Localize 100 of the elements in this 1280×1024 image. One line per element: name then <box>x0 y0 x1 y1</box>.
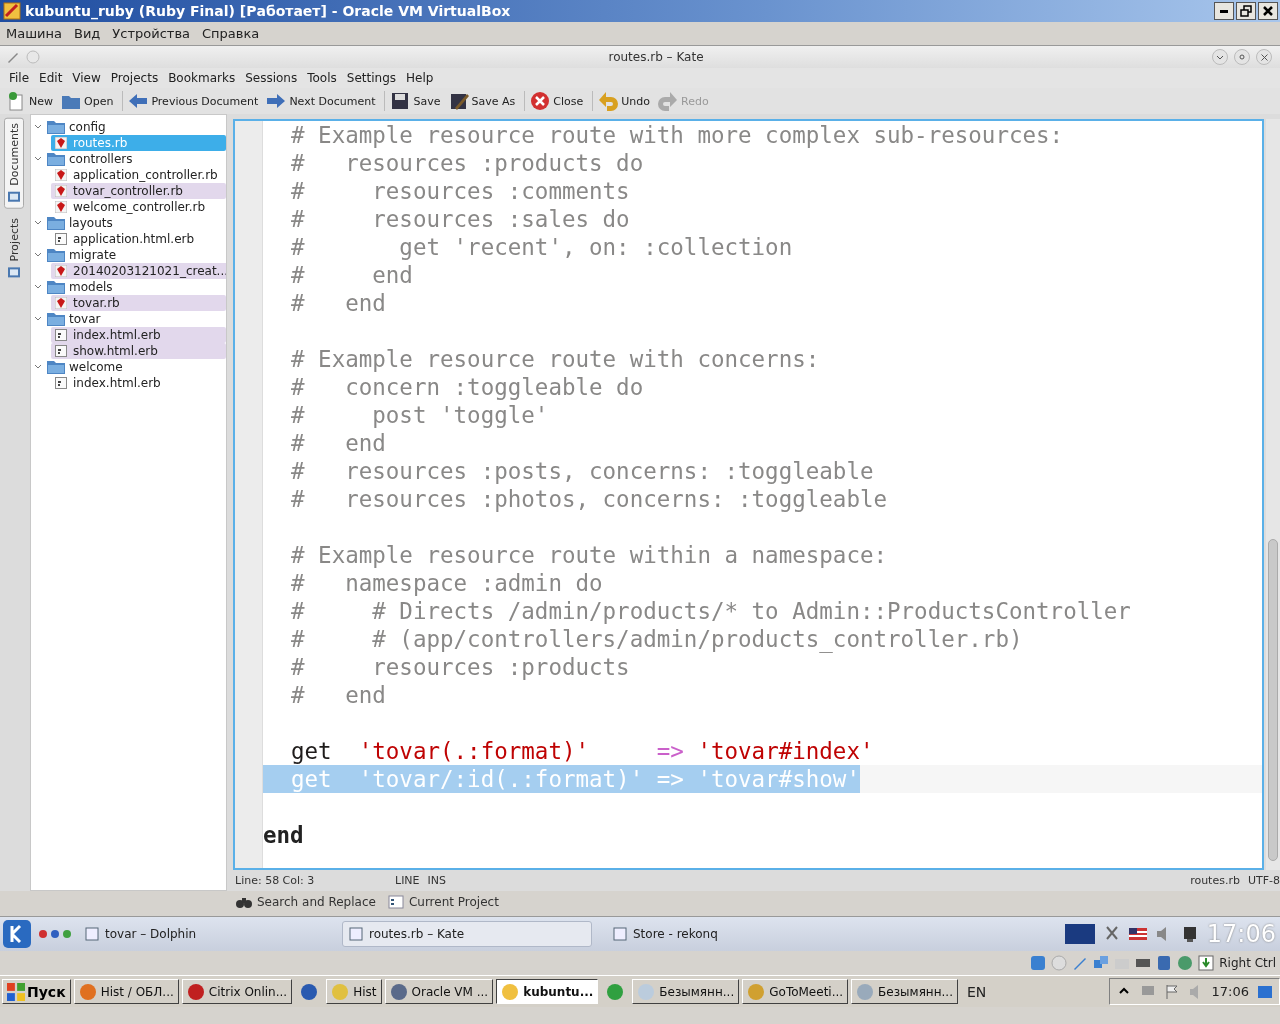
code-comment: # end <box>290 681 386 709</box>
menu-item[interactable]: Settings <box>341 71 401 85</box>
menu-item[interactable]: Устройства <box>112 24 190 43</box>
folder-item[interactable]: layouts <box>31 215 226 231</box>
document-list-entry[interactable]: tovar_controller.rb <box>51 183 226 199</box>
document-list-entry[interactable]: welcome_controller.rb <box>51 199 226 215</box>
cursor-position: Line: 58 Col: 3 <box>235 873 316 887</box>
window-title: kubuntu_ruby (Ruby Final) [Работает] - Oracle VM VirtualBox <box>25 3 512 19</box>
folder-item[interactable]: config <box>31 119 226 135</box>
flag-icon[interactable] <box>1128 926 1147 942</box>
projects-icon <box>7 265 21 280</box>
app-icon <box>637 982 656 1001</box>
start-button[interactable]: Пуск <box>2 979 71 1004</box>
document-list-entry[interactable]: application_controller.rb <box>51 167 226 183</box>
toolbar-button[interactable]: Previous Document <box>126 89 265 113</box>
code-comment: # resources :comments <box>290 177 630 205</box>
usb-icon[interactable] <box>1156 955 1173 971</box>
ruby-file-icon <box>55 185 67 197</box>
side-tab[interactable]: Documents <box>4 118 24 209</box>
document-list-entry[interactable]: index.html.erb <box>51 327 226 343</box>
toolbar-button[interactable]: Save <box>388 89 447 113</box>
menu-item[interactable]: Help <box>401 71 439 85</box>
menu-item[interactable]: Sessions <box>240 71 303 85</box>
toolbar-button[interactable]: Close <box>528 89 590 113</box>
close-button[interactable] <box>1258 2 1278 20</box>
task-button[interactable]: Store - rekonq <box>606 921 856 947</box>
document-list-entry[interactable]: 20140203121021_creat... <box>51 263 226 279</box>
windows-logo-icon <box>7 982 25 1001</box>
document-icon <box>55 345 67 357</box>
folder-item[interactable]: tovar <box>31 311 226 327</box>
floppy-pen-icon <box>448 91 469 111</box>
ruby-file-icon <box>55 137 67 149</box>
tool-view-button[interactable]: Current Project <box>385 894 501 910</box>
folder-item[interactable]: models <box>31 279 226 295</box>
menu-item[interactable]: File <box>4 71 35 85</box>
toolbar-button[interactable]: Save As <box>446 89 522 113</box>
folder-item[interactable]: migrate <box>31 247 226 263</box>
language-indicator[interactable]: EN <box>967 983 987 1000</box>
file-name: routes.rb <box>1190 873 1240 887</box>
maximize-button[interactable] <box>1234 49 1250 65</box>
taskbar-button[interactable]: Hist <box>326 979 382 1004</box>
menu-item[interactable]: Edit <box>34 71 68 85</box>
tool-view-button[interactable]: Search and Replace <box>234 894 378 910</box>
menu-item[interactable]: Машина <box>6 24 62 43</box>
document-icon <box>55 329 67 341</box>
taskbar-button[interactable]: Безымянн... <box>632 979 740 1004</box>
code-comment: # resources :sales do <box>290 205 630 233</box>
kde-menu-icon[interactable] <box>2 919 32 949</box>
task-button[interactable]: tovar – Dolphin <box>78 921 328 947</box>
taskbar-button[interactable]: GoToMeeti... <box>742 979 849 1004</box>
taskbar-button[interactable]: Безымянн... <box>851 979 958 1004</box>
code-comment: # namespace :admin do <box>290 569 603 597</box>
pen-icon[interactable] <box>1072 955 1089 971</box>
document-list-entry[interactable]: application.html.erb <box>51 231 226 247</box>
code-comment: # end <box>290 429 386 457</box>
window-icon <box>85 927 99 941</box>
taskbar-button[interactable]: Oracle VM ... <box>384 979 494 1004</box>
menu-item[interactable]: Bookmarks <box>163 71 241 85</box>
menu-item[interactable]: Справка <box>202 24 260 43</box>
scrollbar[interactable] <box>1266 119 1280 870</box>
side-tab[interactable]: Projects <box>4 212 24 285</box>
toolbar-button[interactable]: Open <box>59 89 120 113</box>
close-button[interactable] <box>1256 49 1272 65</box>
code-comment: # resources :products do <box>290 149 644 177</box>
toolbar-button[interactable]: Undo <box>596 89 656 113</box>
restore-button[interactable] <box>1236 2 1256 20</box>
taskbar-button[interactable]: Hist / ОБЛ... <box>73 979 179 1004</box>
document-list-entry[interactable]: tovar.rb <box>51 295 226 311</box>
taskbar-button[interactable]: Citrix Onlin... <box>181 979 293 1004</box>
arrow-left-icon <box>128 91 149 111</box>
app-icon <box>3 2 21 20</box>
activities-icon[interactable] <box>38 929 72 939</box>
taskbar-button[interactable]: kubuntu... <box>496 979 599 1004</box>
toolbar-button[interactable]: Next Document <box>264 89 382 113</box>
app-icon <box>186 982 205 1001</box>
encoding: UTF-8 <box>1247 873 1280 887</box>
toolbar-button[interactable]: New <box>4 89 59 113</box>
document-list-entry[interactable]: index.html.erb <box>51 375 226 391</box>
code-comment: # # Directs /admin/products/* to Admin::ProductsController <box>290 597 1131 625</box>
code-comment: # resources :posts, concerns: :toggleable <box>290 457 874 485</box>
document-list-entry[interactable]: show.html.erb <box>51 343 226 359</box>
code-editor[interactable] <box>233 119 1264 870</box>
menu-item[interactable]: View <box>67 71 106 85</box>
ruby-file-icon <box>55 201 67 213</box>
document-icon <box>55 233 67 245</box>
arrow-right-icon <box>266 91 287 111</box>
refresh-icon[interactable] <box>1177 955 1194 971</box>
circle-icon <box>1239 54 1245 60</box>
menu-item[interactable]: Вид <box>74 24 101 43</box>
minimize-button[interactable] <box>1214 2 1234 20</box>
folder-item[interactable]: welcome <box>31 359 226 375</box>
task-button[interactable]: routes.rb – Kate <box>342 921 592 947</box>
clock: 17:06 <box>1211 984 1249 999</box>
menu-item[interactable]: Tools <box>302 71 342 85</box>
menu-item[interactable]: Projects <box>105 71 164 85</box>
ruby-file-icon <box>55 297 67 309</box>
code-comment: # end <box>290 289 386 317</box>
screen-icon[interactable] <box>1064 924 1095 944</box>
folder-item[interactable]: controllers <box>31 151 226 167</box>
desktop-icon[interactable] <box>1257 983 1273 1000</box>
